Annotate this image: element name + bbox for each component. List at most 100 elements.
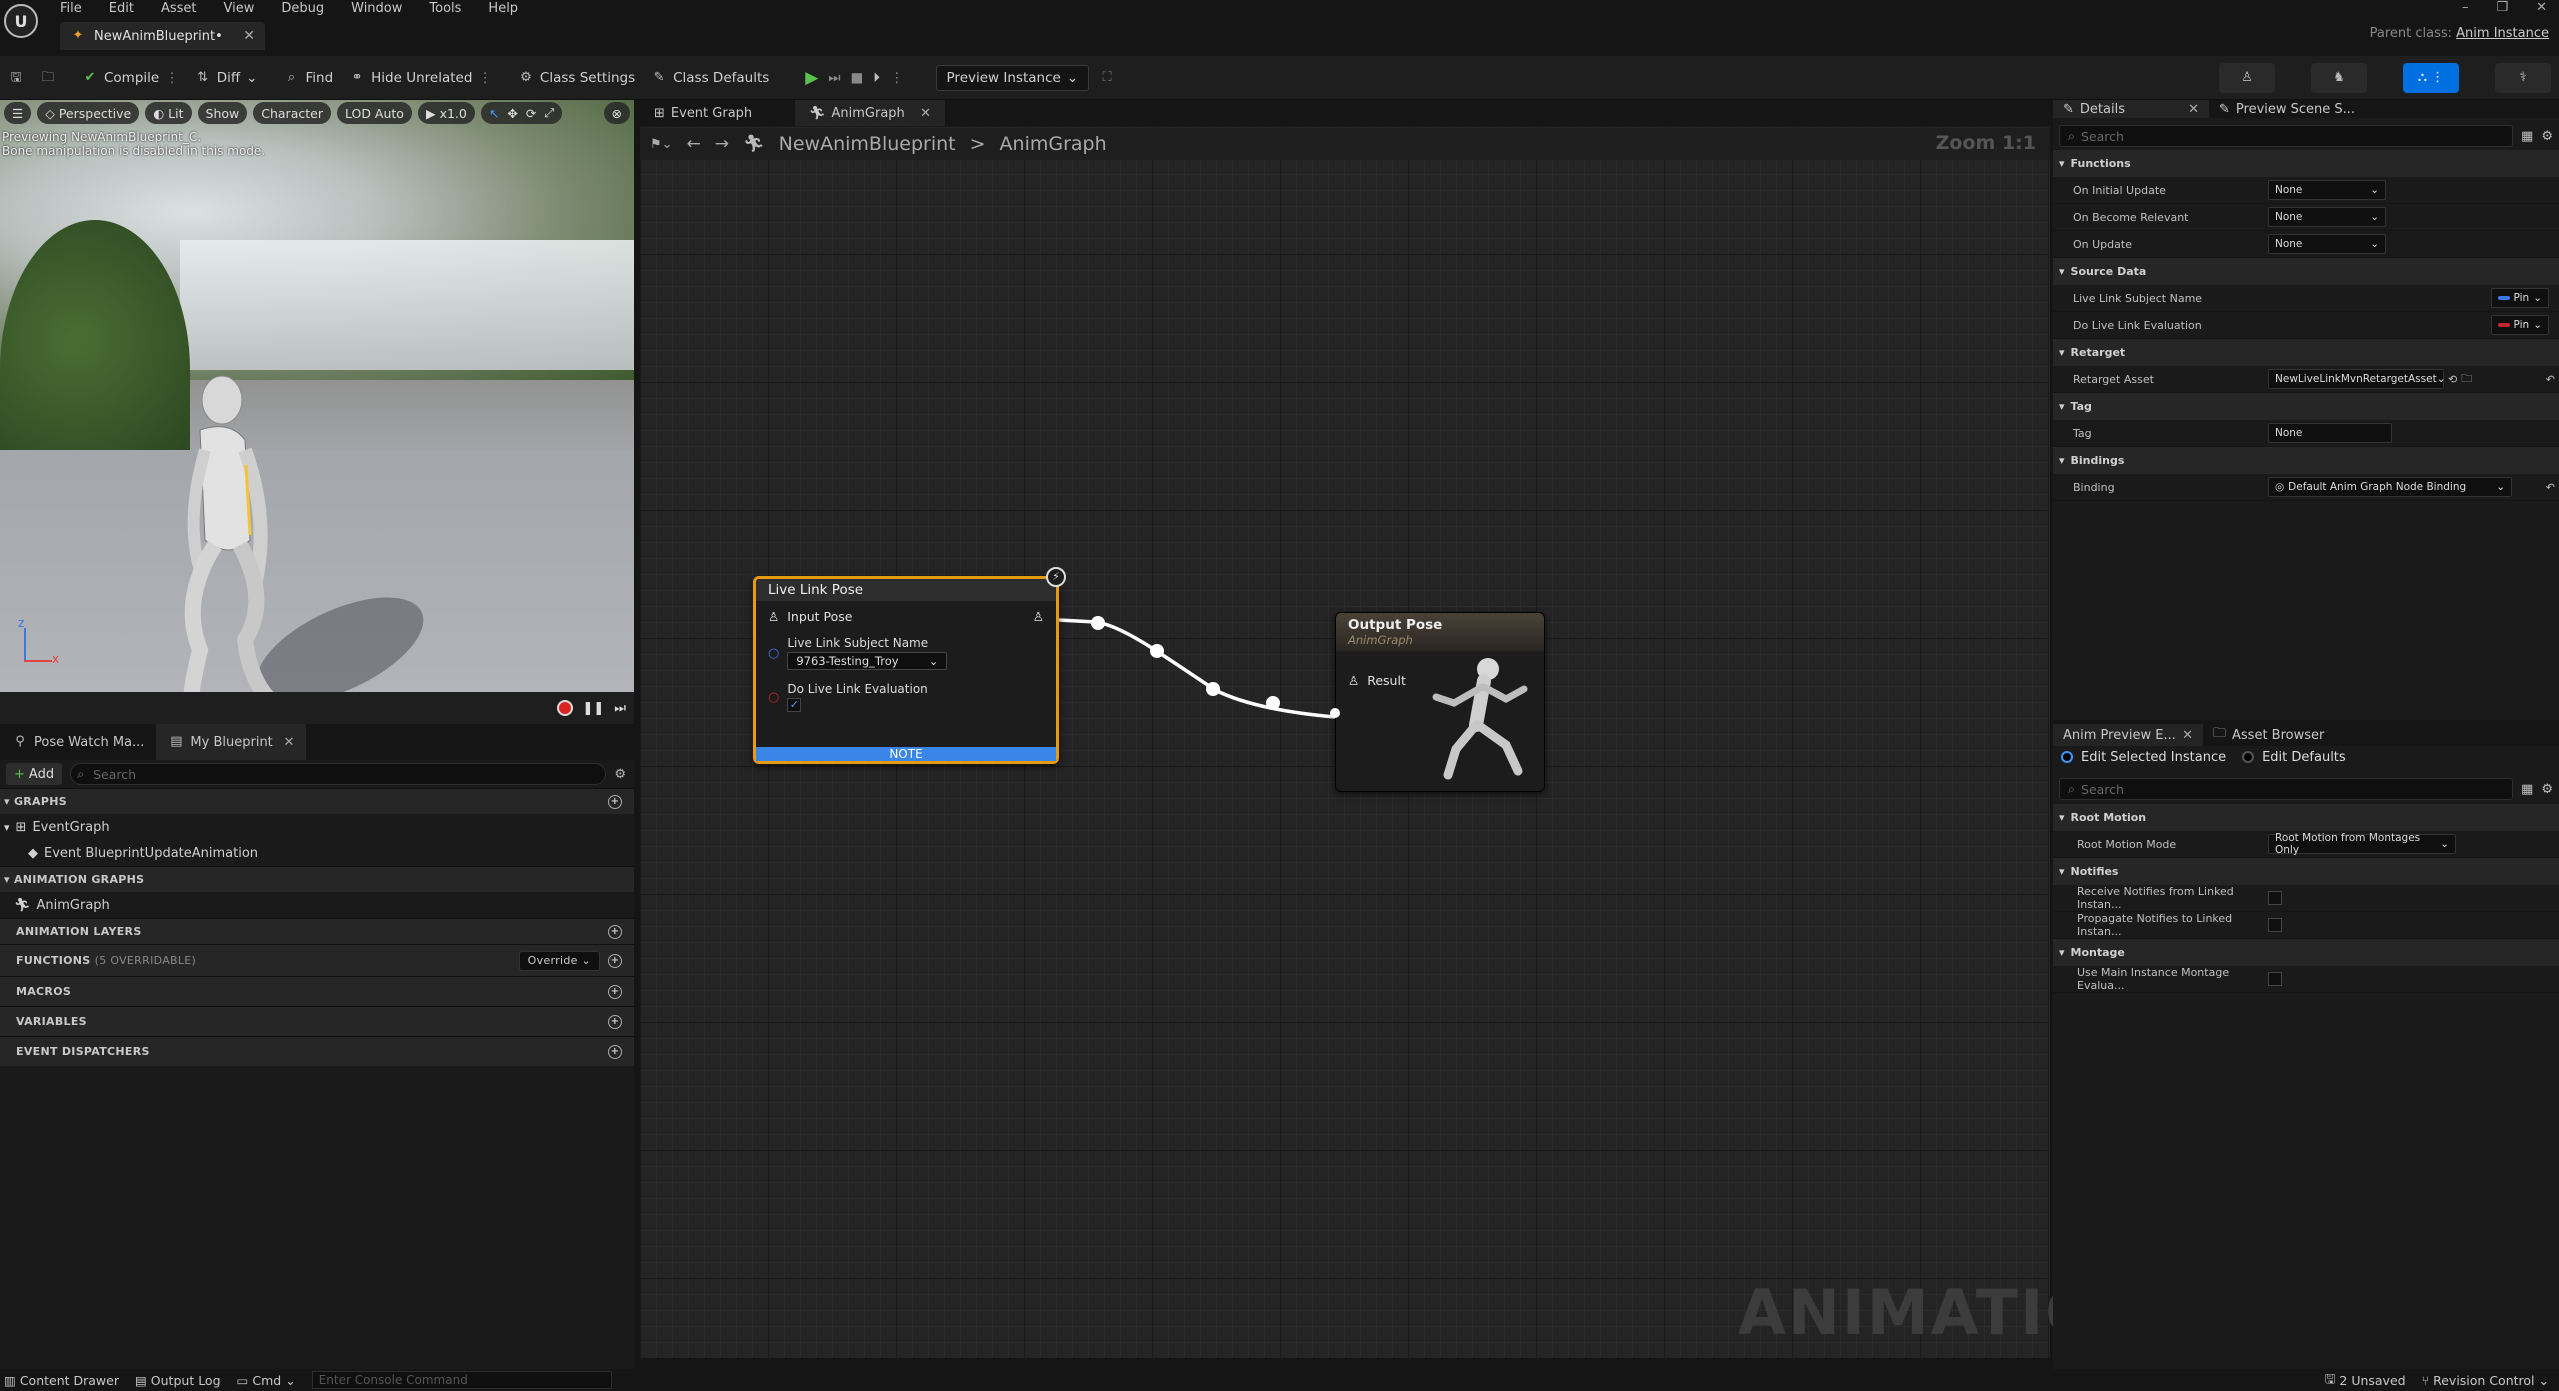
revision-control-button[interactable]: ⑂ Revision Control ⌄ (2422, 1373, 2549, 1388)
tab-details[interactable]: ✎ Details ✕ (2053, 100, 2209, 118)
my-blueprint-search-input[interactable]: ⌕ Search (70, 763, 607, 785)
add-layer-icon[interactable]: + (608, 924, 622, 939)
tab-anim-graph[interactable]: 🏃︎ AnimGraph ✕ (795, 100, 945, 126)
resume-icon[interactable]: ⏵ (873, 70, 880, 86)
output-log-button[interactable]: ▤ Output Log (135, 1373, 221, 1388)
add-macro-icon[interactable]: + (608, 984, 622, 999)
reset-to-default-icon[interactable]: ↶ (2546, 481, 2555, 494)
preview-instance-dropdown[interactable]: Preview Instance ⌄ (935, 64, 1090, 91)
unsaved-button[interactable]: 🖫 2 Unsaved (2325, 1370, 2406, 1391)
show-button[interactable]: Show (197, 102, 248, 124)
live-link-pose-node[interactable]: Live Link Pose ♙ Input Pose ♙ ○ Live Link… (753, 576, 1059, 764)
on-become-relevant-dropdown[interactable]: None ⌄ (2268, 207, 2386, 227)
variables-section[interactable]: VARIABLES + (0, 1006, 634, 1036)
gear-icon[interactable]: ⚙ (2541, 782, 2553, 797)
subject-name-dropdown[interactable]: 9763-Testing_Troy ⌄ (787, 652, 948, 670)
on-update-dropdown[interactable]: None ⌄ (2268, 234, 2386, 254)
receive-notifies-checkbox[interactable] (2268, 891, 2282, 905)
back-arrow-icon[interactable]: ← (687, 134, 701, 154)
macros-section[interactable]: MACROS + (0, 976, 634, 1006)
minimize-icon[interactable]: – (2462, 0, 2469, 15)
table-view-icon[interactable]: ▦ (2521, 782, 2533, 797)
do-eval-pin-icon[interactable]: ○ (768, 690, 779, 705)
reset-icon[interactable]: ⟲ (2448, 373, 2457, 386)
close-window-icon[interactable]: ✕ (2536, 0, 2547, 15)
save-button[interactable]: 🖫 (0, 63, 32, 93)
browse-button[interactable]: 🗀 (32, 63, 64, 93)
add-function-icon[interactable]: + (608, 953, 622, 968)
menu-help[interactable]: Help (488, 1, 518, 16)
bookmark-icon[interactable]: ⚑⌄ (650, 137, 673, 152)
hide-unrelated-button[interactable]: ⚭ Hide Unrelated ⋮ (341, 63, 500, 93)
menu-view[interactable]: View (224, 1, 255, 16)
add-variable-icon[interactable]: + (608, 1014, 622, 1029)
document-tab[interactable]: ✦ NewAnimBlueprint• ✕ (60, 22, 265, 50)
tag-category[interactable]: ▾ Tag (2053, 393, 2559, 420)
lit-button[interactable]: ◐ Lit (145, 102, 192, 124)
animation-layers-section[interactable]: ANIMATION LAYERS + (0, 918, 634, 944)
preview-viewport[interactable]: ☰ ◇ Perspective ◐ Lit Show Character LOD A… (0, 100, 634, 692)
menu-window[interactable]: Window (351, 1, 402, 16)
perspective-button[interactable]: ◇ Perspective (37, 102, 140, 124)
reroute-knot[interactable] (1150, 644, 1164, 658)
reset-to-default-icon[interactable]: ↶ (2546, 373, 2555, 386)
override-dropdown[interactable]: Override ⌄ (518, 950, 600, 971)
blueprint-mode-icon[interactable]: ⛬ ⋮ (2403, 62, 2459, 93)
step-forward-icon[interactable]: ⏭ (614, 701, 626, 716)
compile-options-icon[interactable]: ⋮ (165, 70, 179, 86)
output-pose-title-bar[interactable]: Output Pose AnimGraph (1336, 613, 1544, 651)
viewport-options-button[interactable]: ⊗ (603, 102, 630, 124)
close-tab-icon[interactable]: ✕ (920, 106, 931, 121)
find-button[interactable]: ⌕ Find (275, 63, 341, 93)
montage-category[interactable]: ▾ Montage (2053, 939, 2559, 966)
event-dispatchers-section[interactable]: EVENT DISPATCHERS + (0, 1036, 634, 1066)
notifies-category[interactable]: ▾ Notifies (2053, 858, 2559, 885)
record-icon[interactable] (556, 700, 573, 716)
edit-defaults-radio[interactable] (2242, 751, 2255, 763)
pose-pin-icon[interactable]: ♙ (768, 609, 779, 624)
reroute-knot[interactable] (1206, 682, 1220, 696)
propagate-notifies-checkbox[interactable] (2268, 918, 2282, 932)
result-pin-icon[interactable]: ♙ (1348, 673, 1359, 688)
node-watch-icon[interactable]: ⚡ (1046, 567, 1066, 587)
result-pin-dot[interactable] (1330, 708, 1340, 718)
tab-anim-preview[interactable]: Anim Preview E... ✕ (2053, 724, 2203, 746)
gear-icon[interactable]: ⚙ (2541, 129, 2553, 144)
do-eval-pin-dropdown[interactable]: Pin ⌄ (2490, 315, 2549, 335)
class-settings-button[interactable]: ⚙ Class Settings (510, 63, 643, 93)
debug-filter-icon[interactable]: ⛶ (1099, 70, 1115, 86)
event-graph-item[interactable]: ▾ ⊞ EventGraph (0, 814, 634, 840)
add-dispatcher-icon[interactable]: + (608, 1044, 622, 1059)
functions-category[interactable]: ▾ Functions (2053, 150, 2559, 177)
tab-preview-scene[interactable]: ✎ Preview Scene S... (2209, 100, 2365, 118)
on-initial-update-dropdown[interactable]: None ⌄ (2268, 180, 2386, 200)
tab-asset-browser[interactable]: 🗀 Asset Browser (2203, 724, 2334, 746)
menu-tools[interactable]: Tools (429, 1, 461, 16)
tab-event-graph[interactable]: ⊞ Event Graph (640, 100, 795, 126)
use-main-montage-checkbox[interactable] (2268, 972, 2282, 986)
diff-button[interactable]: ⇅ Diff ⌄ (187, 63, 266, 93)
live-link-pose-title-bar[interactable]: Live Link Pose (756, 579, 1056, 601)
unreal-logo-icon[interactable]: U (4, 4, 38, 38)
menu-edit[interactable]: Edit (109, 1, 134, 16)
rotate-icon[interactable]: ⟳ (526, 106, 536, 121)
bindings-category[interactable]: ▾ Bindings (2053, 447, 2559, 474)
subject-name-pin-dropdown[interactable]: Pin ⌄ (2490, 288, 2549, 308)
details-search-input[interactable]: ⌕ Search (2059, 125, 2514, 147)
hide-options-icon[interactable]: ⋮ (478, 70, 492, 86)
event-update-item[interactable]: ◆ Event BlueprintUpdateAnimation (0, 840, 634, 866)
tab-pose-watch[interactable]: ⚲ Pose Watch Ma... (0, 724, 156, 760)
close-tab-icon[interactable]: ✕ (2188, 102, 2199, 117)
stop-icon[interactable]: ■ (851, 70, 864, 86)
mesh-mode-icon[interactable]: ♞ (2311, 62, 2367, 93)
close-tab-icon[interactable]: ✕ (2182, 728, 2193, 743)
character-button[interactable]: Character (253, 102, 331, 124)
output-pose-node[interactable]: Output Pose AnimGraph ♙ Result (1335, 612, 1545, 792)
select-icon[interactable]: ↖ (489, 106, 499, 121)
content-drawer-button[interactable]: ▥ Content Drawer (4, 1373, 119, 1388)
viewport-menu-button[interactable]: ☰ (4, 102, 32, 124)
browse-asset-icon[interactable]: 🗀 (2461, 370, 2472, 389)
retarget-category[interactable]: ▾ Retarget (2053, 339, 2559, 366)
menu-debug[interactable]: Debug (281, 1, 324, 16)
step-icon[interactable]: ⏭ (828, 70, 840, 86)
